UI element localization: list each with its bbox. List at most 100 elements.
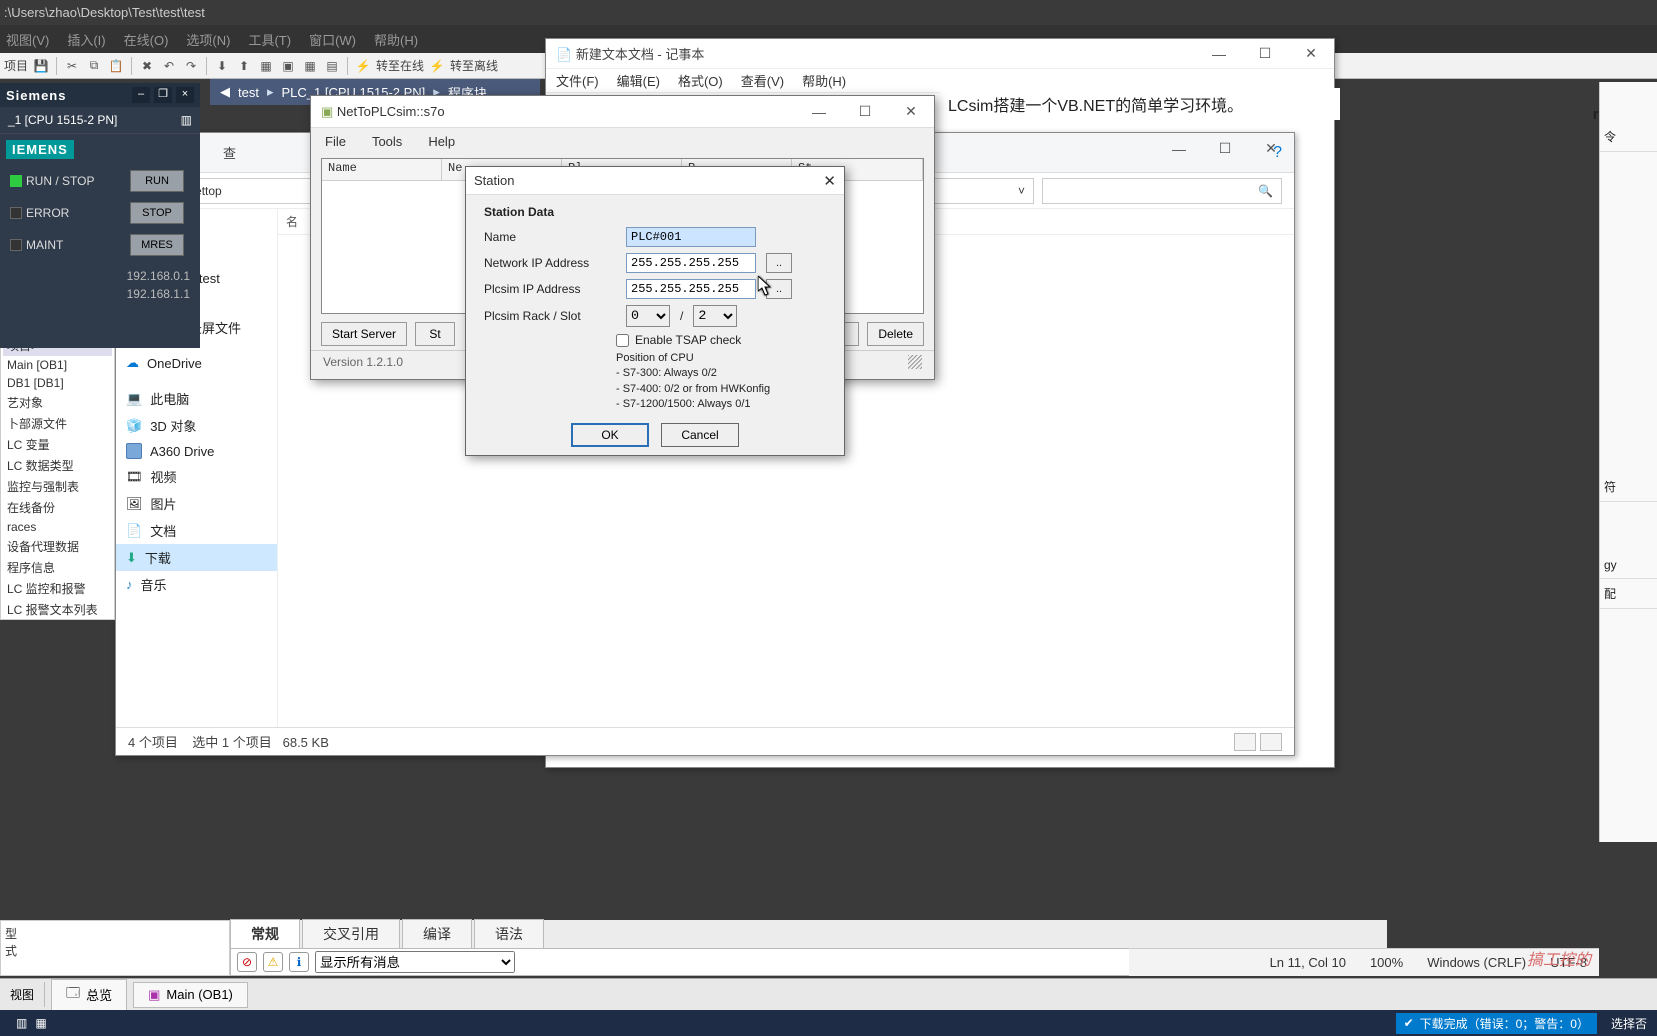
view-details-button[interactable]: [1234, 733, 1256, 751]
tree-item[interactable]: 监控与强制表: [3, 476, 112, 497]
minimize-button[interactable]: –: [132, 87, 150, 103]
menu-tools[interactable]: 工具(T): [248, 30, 291, 49]
menu-help[interactable]: 帮助(H): [374, 30, 418, 49]
toolbar-icon[interactable]: ▦: [301, 57, 319, 75]
delete-icon[interactable]: ✖: [138, 57, 156, 75]
maximize-button[interactable]: ☐: [842, 96, 888, 127]
tab-syntax[interactable]: 语法: [474, 919, 544, 948]
minimize-button[interactable]: —: [1196, 38, 1242, 69]
minimize-button[interactable]: —: [1156, 133, 1202, 164]
tree-item[interactable]: LC 数据类型: [3, 455, 112, 476]
ntp-menu-help[interactable]: Help: [428, 134, 455, 149]
explorer-search[interactable]: 🔍: [1042, 178, 1282, 204]
panel-tab[interactable]: 符: [1600, 472, 1657, 502]
panel-tab[interactable]: gy: [1600, 552, 1657, 579]
panel-tab[interactable]: 配: [1600, 579, 1657, 609]
np-menu-file[interactable]: 文件(F): [556, 71, 599, 90]
maximize-button[interactable]: ☐: [1242, 38, 1288, 69]
crumb-1[interactable]: test: [238, 85, 259, 100]
info-filter-icon[interactable]: ℹ: [289, 952, 309, 972]
np-menu-view[interactable]: 查看(V): [741, 71, 784, 90]
tree-item[interactable]: LC 监控和报警: [3, 578, 112, 599]
cancel-button[interactable]: Cancel: [661, 423, 739, 447]
close-button[interactable]: ✕: [1288, 38, 1334, 69]
menu-view[interactable]: 视图(V): [6, 30, 49, 49]
plcsim-ip-input[interactable]: [626, 279, 756, 299]
run-button[interactable]: RUN: [130, 170, 184, 192]
copy-icon[interactable]: ⧉: [85, 57, 103, 75]
np-menu-format[interactable]: 格式(O): [678, 71, 723, 90]
station-titlebar[interactable]: Station ✕: [466, 167, 844, 195]
paste-icon[interactable]: 📋: [107, 57, 125, 75]
tree-item[interactable]: 设备代理数据: [3, 536, 112, 557]
tab-compile[interactable]: 编译: [402, 919, 472, 948]
go-offline-button[interactable]: 转至离线: [450, 57, 498, 74]
item[interactable]: 型: [5, 925, 225, 942]
view-icons-button[interactable]: [1260, 733, 1282, 751]
tree-item[interactable]: races: [3, 518, 112, 536]
panel-tab[interactable]: 令: [1600, 122, 1657, 152]
config-icon[interactable]: ▥: [181, 113, 192, 127]
toolbar-icon[interactable]: ▤: [323, 57, 341, 75]
project-tree[interactable]: 项目> Main [OB1] DB1 [DB1] 艺对象 卜部源文件 LC 变量…: [0, 330, 115, 620]
upload-icon[interactable]: ⬆: [235, 57, 253, 75]
name-input[interactable]: [626, 227, 756, 247]
tree-item[interactable]: DB1 [DB1]: [3, 374, 112, 392]
maximize-button[interactable]: ☐: [1202, 133, 1248, 164]
message-filter-select[interactable]: 显示所有消息: [315, 951, 515, 973]
chevron-down-icon[interactable]: ˅: [1018, 184, 1025, 198]
nav-back-icon[interactable]: ◀: [220, 84, 230, 100]
toolbar-icon[interactable]: ▣: [279, 57, 297, 75]
go-online-icon[interactable]: ⚡: [354, 57, 372, 75]
tree-item[interactable]: 卜部源文件: [3, 413, 112, 434]
save-icon[interactable]: 💾: [32, 57, 50, 75]
mres-button[interactable]: MRES: [130, 234, 184, 256]
redo-icon[interactable]: ↷: [182, 57, 200, 75]
enable-tsap-checkbox[interactable]: [616, 334, 629, 347]
rack-select[interactable]: 0: [626, 305, 670, 327]
tab-general[interactable]: 常规: [230, 919, 300, 948]
np-menu-edit[interactable]: 编辑(E): [617, 71, 660, 90]
compile-icon[interactable]: ▦: [257, 57, 275, 75]
slot-select[interactable]: 2: [693, 305, 737, 327]
menu-insert[interactable]: 插入(I): [67, 30, 105, 49]
menu-window[interactable]: 窗口(W): [309, 30, 356, 49]
menu-online[interactable]: 在线(O): [124, 30, 169, 49]
undo-icon[interactable]: ↶: [160, 57, 178, 75]
ntp-menu-tools[interactable]: Tools: [372, 134, 402, 149]
tree-item[interactable]: Main [OB1]: [3, 356, 112, 374]
minimize-button[interactable]: —: [796, 96, 842, 127]
item[interactable]: 式: [5, 942, 225, 959]
np-menu-help[interactable]: 帮助(H): [802, 71, 846, 90]
notepad-titlebar[interactable]: 📄 新建文本文档 - 记事本 — ☐ ✕: [546, 39, 1334, 69]
close-button[interactable]: ✕: [888, 96, 934, 127]
restore-button[interactable]: ❐: [154, 87, 172, 103]
close-button[interactable]: ×: [176, 87, 194, 103]
ribbon-view[interactable]: 查: [223, 143, 236, 162]
tree-item[interactable]: 程序信息: [3, 557, 112, 578]
tab-xref[interactable]: 交叉引用: [302, 919, 400, 948]
close-button[interactable]: ✕: [823, 172, 836, 190]
menu-options[interactable]: 选项(N): [186, 30, 230, 49]
browse-network-button[interactable]: ..: [766, 253, 792, 273]
stop-server-button[interactable]: St: [415, 322, 455, 346]
tree-item[interactable]: 艺对象: [3, 392, 112, 413]
stop-button[interactable]: STOP: [130, 202, 184, 224]
tree-item[interactable]: LC 变量: [3, 434, 112, 455]
start-server-button[interactable]: Start Server: [321, 322, 407, 346]
error-filter-icon[interactable]: ⊘: [237, 952, 257, 972]
view-tab[interactable]: 视图: [0, 982, 45, 1007]
close-button[interactable]: ✕: [1248, 133, 1294, 164]
ntp-titlebar[interactable]: ▣ NetToPLCsim::s7o — ☐ ✕: [311, 96, 934, 128]
cut-icon[interactable]: ✂: [63, 57, 81, 75]
ok-button[interactable]: OK: [571, 423, 649, 447]
go-offline-icon[interactable]: ⚡: [428, 57, 446, 75]
tree-item[interactable]: LC 报警文本列表: [3, 599, 112, 620]
delete-button[interactable]: Delete: [867, 322, 924, 346]
tree-item[interactable]: 在线备份: [3, 497, 112, 518]
go-online-button[interactable]: 转至在线: [376, 57, 424, 74]
network-ip-input[interactable]: [626, 253, 756, 273]
download-icon[interactable]: ⬇: [213, 57, 231, 75]
resize-grip-icon[interactable]: [908, 355, 922, 369]
ntp-menu-file[interactable]: File: [325, 134, 346, 149]
